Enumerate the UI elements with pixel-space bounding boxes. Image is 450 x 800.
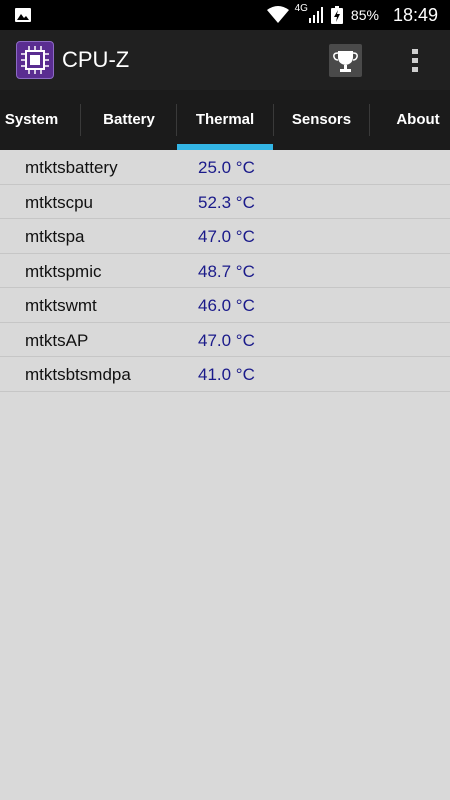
list-item: mtktsbtsmdpa 41.0 °C bbox=[0, 357, 450, 392]
battery-percent: 85% bbox=[350, 7, 379, 23]
sensor-name: mtktspmic bbox=[25, 261, 102, 281]
cpu-logo-icon bbox=[16, 41, 54, 79]
battery-charging-icon bbox=[330, 6, 343, 24]
sensor-name: mtktsbattery bbox=[25, 158, 118, 177]
image-icon bbox=[14, 7, 32, 23]
sensor-name: mtktsbtsmdpa bbox=[25, 365, 131, 384]
list-item: mtktscpu 52.3 °C bbox=[0, 185, 450, 219]
tab-divider bbox=[369, 104, 370, 136]
wifi-icon bbox=[266, 6, 289, 24]
sensor-temperature: 48.7 °C bbox=[198, 261, 255, 281]
thermal-list: mtktsbattery 25.0 °C mtktscpu 52.3 °C mt… bbox=[0, 150, 450, 392]
signal-icon bbox=[308, 7, 323, 23]
tab-system[interactable]: System bbox=[0, 90, 63, 150]
sensor-name: mtktscpu bbox=[25, 192, 94, 212]
tab-thermal[interactable]: Thermal bbox=[177, 90, 273, 150]
trophy-icon[interactable] bbox=[329, 44, 362, 77]
app-title: CPU-Z bbox=[62, 47, 130, 72]
status-bar: 4G 85% 18:49 bbox=[0, 0, 450, 30]
sensor-name: mtktspa bbox=[25, 227, 85, 246]
list-item: mtktsbattery 25.0 °C bbox=[0, 150, 450, 185]
tab-bar: System Battery Thermal Sensors About bbox=[0, 90, 450, 150]
sensor-temperature: 25.0 °C bbox=[198, 158, 255, 177]
tab-battery[interactable]: Battery bbox=[81, 90, 177, 150]
sensor-temperature: 41.0 °C bbox=[198, 365, 255, 384]
sensor-name: mtktsAP bbox=[25, 330, 89, 350]
sensor-temperature: 46.0 °C bbox=[198, 296, 255, 315]
tab-sensors[interactable]: Sensors bbox=[274, 90, 369, 150]
sensor-name: mtktswmt bbox=[25, 296, 97, 315]
list-item: mtktspmic 48.7 °C bbox=[0, 254, 450, 288]
more-vert-icon[interactable] bbox=[404, 44, 426, 77]
sensor-temperature: 47.0 °C bbox=[198, 330, 255, 350]
list-item: mtktsAP 47.0 °C bbox=[0, 323, 450, 357]
clock: 18:49 bbox=[392, 4, 438, 25]
sensor-temperature: 47.0 °C bbox=[198, 227, 255, 246]
network-type: 4G bbox=[294, 3, 308, 14]
tab-about[interactable]: About bbox=[386, 90, 450, 150]
app-bar: CPU-Z bbox=[0, 30, 450, 90]
list-item: mtktspa 47.0 °C bbox=[0, 219, 450, 254]
list-item: mtktswmt 46.0 °C bbox=[0, 288, 450, 323]
sensor-temperature: 52.3 °C bbox=[198, 192, 255, 212]
